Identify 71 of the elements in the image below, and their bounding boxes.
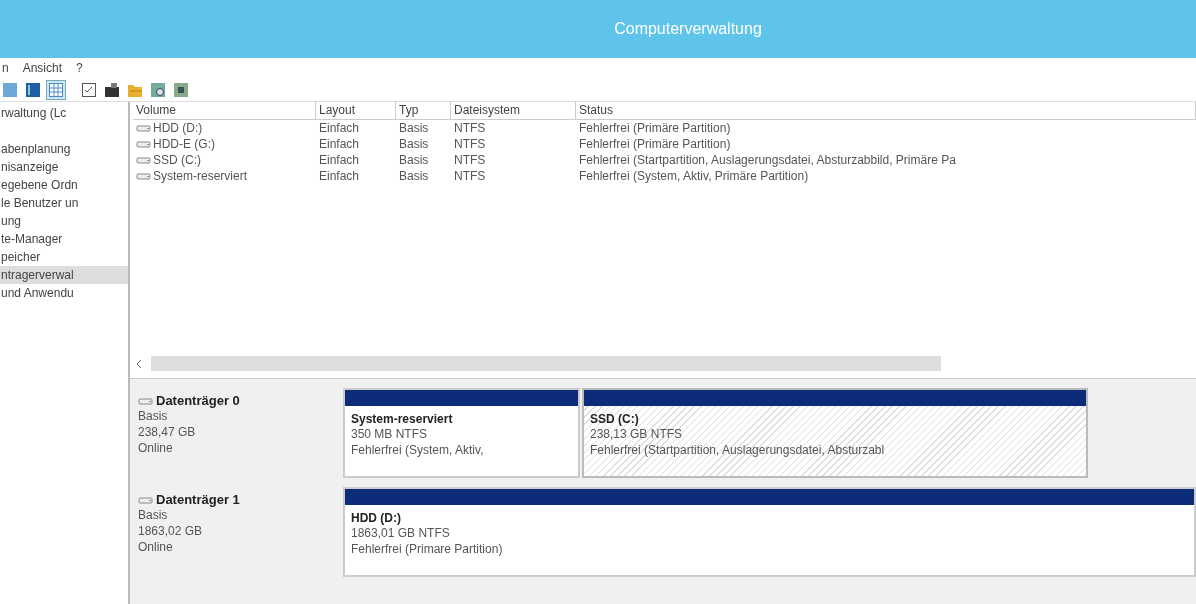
disk-detail: Online: [138, 539, 174, 555]
tree-item[interactable]: te-Manager: [0, 230, 128, 248]
tree-item[interactable]: ung: [0, 212, 128, 230]
tree-item[interactable]: und Anwendu: [0, 284, 128, 302]
partition-status: Fehlerfrei (System, Aktiv,: [351, 442, 485, 458]
table-cell: Fehlerfrei (Startpartition, Auslagerungsdatei, Absturzabbild, Primäre Pa: [579, 152, 956, 168]
table-cell: HDD-E (G:): [153, 136, 215, 152]
table-cell: Basis: [399, 168, 429, 184]
disk-detail: Basis: [138, 507, 169, 523]
column-header[interactable]: Dateisystem: [451, 102, 576, 120]
disk-detail: Online: [138, 440, 174, 456]
table-cell: Basis: [399, 120, 429, 136]
partition-size: 1863,01 GB NTFS: [351, 525, 451, 541]
partition-block[interactable]: HDD (D:) 1863,01 GB NTFS Fehlerfrei (Primare Partition): [343, 487, 1196, 577]
table-cell: Einfach: [319, 168, 360, 184]
partition-size: 238,13 GB NTFS: [590, 426, 684, 442]
column-header[interactable]: Volume: [133, 102, 316, 120]
tree-item[interactable]: abenplanung: [0, 140, 128, 158]
tree-item[interactable]: peicher: [0, 248, 128, 266]
drive-icon: [136, 139, 151, 149]
column-header[interactable]: Status: [576, 102, 1196, 120]
window-title: Computerverwaltung: [613, 20, 762, 38]
partition-block[interactable]: System-reserviert 350 MB NTFS Fehlerfrei (System, Aktiv,: [343, 388, 580, 478]
table-cell: SSD (C:): [153, 152, 201, 168]
disk-detail: Basis: [138, 408, 169, 424]
table-cell: Basis: [399, 136, 429, 152]
partition-name: HDD (D:): [351, 511, 402, 525]
table-cell: Fehlerfrei (Primäre Partition): [579, 136, 731, 152]
grid-icon: [49, 82, 63, 97]
scrollbar[interactable]: [151, 356, 941, 371]
disk-detail: 238,47 GB: [138, 424, 197, 440]
table-cell: Fehlerfrei (System, Aktiv, Primäre Partition): [579, 168, 809, 184]
tree-item[interactable]: egebene Ordn: [0, 176, 128, 194]
menu-item[interactable]: Ansicht: [22, 61, 63, 75]
drive-icon: [138, 395, 154, 406]
tree-item[interactable]: rwaltung (Lc: [0, 104, 128, 122]
table-cell: Fehlerfrei (Primäre Partition): [579, 120, 731, 136]
disk-label: Datenträger 1: [156, 492, 240, 507]
table-cell: Einfach: [319, 152, 360, 168]
partition-status: Fehlerfrei (Primare Partition): [351, 541, 504, 557]
disk-detail: 1863,02 GB: [138, 523, 204, 539]
menu-item[interactable]: ?: [76, 61, 83, 75]
drive-icon: [136, 155, 151, 165]
book-icon: [26, 82, 40, 97]
table-cell: NTFS: [454, 168, 486, 184]
table-cell: System-reserviert: [153, 168, 247, 184]
drive-icon: [136, 171, 151, 181]
menu-item[interactable]: n: [2, 61, 9, 75]
partition-size: 350 MB NTFS: [351, 426, 429, 442]
table-cell: Einfach: [319, 120, 360, 136]
tree-item[interactable]: ntragerverwal: [0, 266, 128, 284]
folder-icon: [105, 82, 119, 97]
table-cell: NTFS: [454, 152, 486, 168]
table-cell: Basis: [399, 152, 429, 168]
partition-name: SSD (C:): [590, 412, 640, 426]
tree-item[interactable]: nisanzeige: [0, 158, 128, 176]
drive-icon: [136, 123, 151, 133]
open-folder-icon: [128, 82, 142, 97]
table-cell: NTFS: [454, 120, 486, 136]
partition-name: System-reserviert: [351, 412, 454, 426]
drive-icon: [138, 494, 154, 505]
tree-item[interactable]: le Benutzer un: [0, 194, 128, 212]
partition-status: Fehlerfrei (Startpartition, Auslagerungsdatei, Absturzabl: [590, 442, 886, 458]
disk-label: Datenträger 0: [156, 393, 240, 408]
column-header[interactable]: Layout: [316, 102, 396, 120]
table-cell: NTFS: [454, 136, 486, 152]
partition-block[interactable]: SSD (C:) 238,13 GB NTFS Fehlerfrei (Startpartition, Auslagerungsdatei, Absturzabl: [582, 388, 1088, 478]
column-header[interactable]: Typ: [396, 102, 451, 120]
table-cell: Einfach: [319, 136, 360, 152]
document-icon: [82, 82, 96, 97]
table-cell: HDD (D:): [153, 120, 203, 136]
